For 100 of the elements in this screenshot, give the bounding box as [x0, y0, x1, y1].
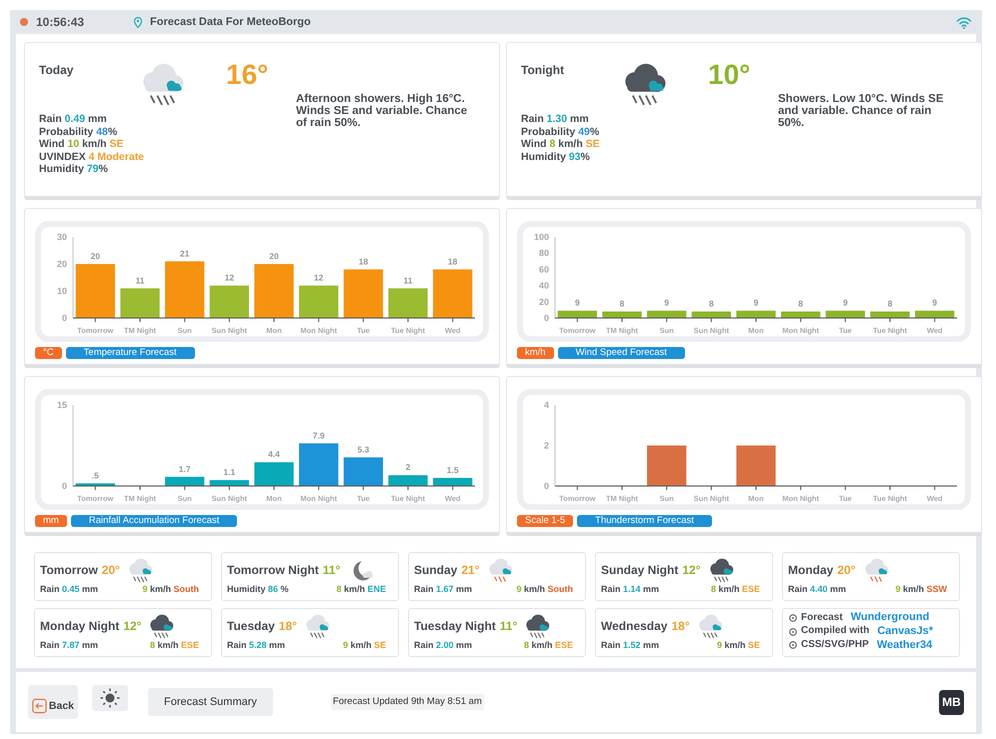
day-name: Wednesday	[601, 618, 668, 635]
weather-detail: Rain 1.14 mm	[601, 583, 660, 596]
day-name: Tomorrow	[40, 562, 98, 579]
weather-detail: Rain 2.00 mm	[414, 639, 472, 652]
bar	[388, 475, 428, 486]
bar	[210, 480, 249, 486]
axis-tick-label: 100	[534, 232, 549, 242]
bar-value-label: 9	[842, 298, 848, 308]
day-name: Tuesday Night	[414, 618, 496, 635]
bar	[433, 269, 472, 318]
temperature: 20°	[837, 562, 856, 579]
bar-value-label: 5.3	[357, 444, 370, 454]
temperature: 20°	[102, 562, 120, 579]
stat-line: Probability 49%	[521, 126, 600, 138]
stat-line: Rain 0.49 mm	[39, 113, 108, 126]
unit-label: km/h	[517, 347, 554, 359]
wind-reading: 8 km/h ESE	[710, 583, 760, 596]
weather-detail: Rain 5.28 mm	[227, 639, 286, 652]
weather-detail: Rain 1.52 mm	[601, 639, 660, 652]
axis-tick-label: 10	[56, 286, 67, 296]
credit-link[interactable]: Wunderground	[850, 611, 930, 625]
forecast-summary-button[interactable]: Forecast Summary	[148, 688, 273, 716]
app-logo: MB	[939, 690, 964, 714]
bar-value-label: 20	[269, 251, 279, 261]
bar-value-label: 8	[798, 298, 804, 309]
bar	[254, 264, 294, 318]
weather-detail: Rain 1.67 mm	[414, 583, 472, 596]
unit-label: °C	[35, 347, 62, 359]
axis-tick-label: 80	[538, 248, 549, 258]
weather-detail: Humidity 86 %	[227, 583, 289, 596]
bar	[210, 286, 249, 318]
bar-value-label: 11	[404, 275, 412, 286]
forecast-description: Showers. Low 10°C. Winds SE and variable. Chance of rain 50%.	[778, 92, 945, 132]
axis-tick-label: 4	[544, 400, 549, 410]
day-name: Sunday Night	[601, 562, 678, 579]
bar-value-label: 1.1	[223, 467, 236, 478]
bar-value-label: 8	[888, 298, 892, 309]
chart-title: Thunderstorm Forecast	[577, 515, 712, 527]
stat-line: Humidity 93%	[521, 150, 591, 164]
bar-value-label: 18	[448, 256, 458, 266]
update-time: Forecast Updated 9th May 8:51 am	[330, 694, 484, 710]
temperature: 11°	[500, 618, 518, 635]
credit-label: Forecast	[801, 612, 843, 624]
axis-tick-label: 0	[544, 313, 549, 323]
axis-tick-label: 15	[56, 400, 67, 410]
period-label: Tonight	[521, 62, 566, 79]
wind-reading: 8 km/h ENE	[336, 583, 386, 596]
bar	[76, 264, 115, 318]
credit-link[interactable]: CanvasJs*	[877, 624, 933, 638]
wind-reading: 9 km/h SE	[342, 639, 386, 652]
day-name: Tomorrow Night	[227, 562, 319, 579]
bar-value-label: 8	[620, 298, 624, 309]
forecast-description: Afternoon showers. High 16°C. Winds SE and variable. Chance of rain 50%.	[296, 92, 468, 132]
stat-line: UVINDEX 4 Moderate	[39, 150, 146, 164]
bar	[165, 261, 204, 318]
bar-value-label: 7.9	[312, 430, 325, 440]
page-title: Forecast Data For MeteoBorgo	[150, 14, 311, 30]
bar-value-label: 9	[754, 298, 758, 308]
sun-icon	[100, 688, 120, 708]
bar-value-label: 11	[136, 275, 144, 286]
clock-time: 10:56:43	[36, 14, 86, 31]
weather-detail: Rain 4.40 mm	[788, 583, 846, 596]
bar	[736, 446, 776, 486]
status-dot-icon	[20, 18, 28, 26]
bar	[120, 288, 160, 318]
temperature: 11°	[322, 562, 340, 579]
axis-tick-label: 40	[538, 280, 549, 291]
temperature: 16°	[226, 61, 270, 92]
axis-tick-label: 20	[538, 296, 549, 307]
wind-reading: 9 km/h South	[142, 583, 199, 596]
day-name: Sunday	[414, 562, 458, 579]
theme-toggle-button[interactable]	[92, 685, 128, 711]
day-name: Tuesday	[227, 618, 275, 635]
bar-value-label: 9	[932, 298, 938, 308]
credit-link[interactable]: Weather34	[876, 638, 932, 652]
bar	[344, 457, 383, 486]
unit-label: Scale 1-5	[517, 515, 574, 527]
bar-value-label: 12	[224, 272, 234, 283]
bar-value-label: 9	[664, 298, 670, 308]
wind-reading: 8 km/h ESE	[150, 639, 199, 652]
temperature: 21°	[461, 562, 480, 579]
axis-tick-label: 20	[56, 259, 67, 269]
wind-reading: 9 km/h SE	[716, 639, 760, 652]
stat-line: Wind 10 km/h SE	[39, 138, 125, 151]
bar-value-label: 8	[708, 298, 714, 309]
bar-value-label: 9	[574, 298, 580, 308]
bar-value-label: 2	[406, 462, 410, 472]
back-button[interactable]: Back	[28, 685, 78, 719]
unit-label: mm	[35, 515, 67, 527]
credit-label: CSS/SVG/PHP	[801, 639, 869, 652]
period-label: Today	[39, 62, 74, 79]
wifi-icon	[956, 16, 972, 28]
axis-tick-label: 0	[544, 481, 549, 491]
bar	[388, 288, 428, 318]
chart-title: Wind Speed Forecast	[558, 347, 685, 359]
bar-value-label: 4.4	[268, 449, 280, 460]
chart-title: Temperature Forecast	[66, 347, 195, 359]
bar-value-label: .5	[92, 470, 99, 480]
chart-title: Rainfall Accumulation Forecast	[70, 515, 238, 527]
bar-value-label: 18	[358, 256, 368, 266]
